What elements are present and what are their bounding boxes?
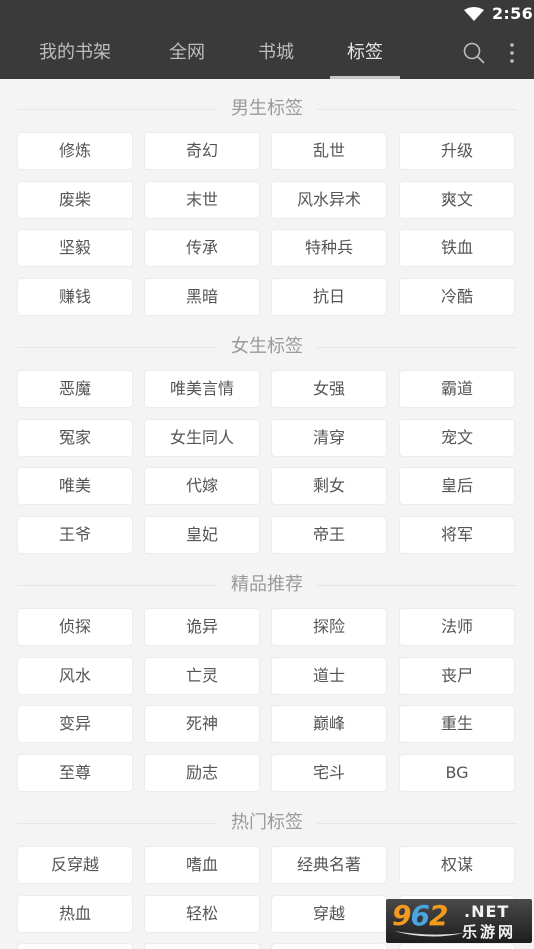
tag-button[interactable]: 奇幻 xyxy=(144,132,260,170)
tag-button[interactable] xyxy=(271,943,387,949)
tag-button[interactable]: 风水 xyxy=(17,657,133,695)
watermark-domain: .NET xyxy=(464,902,510,921)
tab-tags[interactable]: 标签 xyxy=(330,28,400,79)
tag-button[interactable]: 穿越 xyxy=(271,895,387,933)
tag-button[interactable]: 爽文 xyxy=(399,181,515,219)
tag-button[interactable]: 诡异 xyxy=(144,608,260,646)
tag-button[interactable]: 道士 xyxy=(271,657,387,695)
tag-button[interactable] xyxy=(399,943,515,949)
tag-button[interactable]: 嗜血 xyxy=(144,846,260,884)
tag-button[interactable]: 赚钱 xyxy=(17,278,133,316)
tag-button[interactable]: 宠文 xyxy=(399,419,515,457)
tag-button[interactable]: 清穿 xyxy=(271,419,387,457)
tag-button[interactable]: 丧尸 xyxy=(399,657,515,695)
watermark-logo: 962 .NET 乐游网 xyxy=(386,899,532,943)
tag-button[interactable]: 特种兵 xyxy=(271,229,387,267)
section-title: 热门标签 xyxy=(231,812,303,833)
tag-button[interactable]: 热血 xyxy=(17,895,133,933)
tag-button[interactable]: 代嫁 xyxy=(144,467,260,505)
tag-button[interactable]: 重生 xyxy=(399,705,515,743)
watermark-site-name: 乐游网 xyxy=(462,923,517,941)
tag-content[interactable]: 男生标签修炼 奇幻 乱世 升级废柴 末世 风水异术 爽文坚毅 传承 特种兵 铁血赚钱 黑暗 抗日 冷酷女… xyxy=(0,79,534,949)
tag-button[interactable]: 铁血 xyxy=(399,229,515,267)
tag-button[interactable]: 帝王 xyxy=(271,516,387,554)
more-vert-icon[interactable] xyxy=(506,41,518,65)
section-header: 精品推荐 xyxy=(17,572,517,598)
tag-button[interactable]: 传承 xyxy=(144,229,260,267)
tag-button[interactable]: 宅斗 xyxy=(271,754,387,792)
tag-button[interactable]: 黑暗 xyxy=(144,278,260,316)
tag-button[interactable]: 恶魔 xyxy=(17,370,133,408)
status-bar: 2:56 xyxy=(0,0,534,28)
tab-my-bookshelf[interactable]: 我的书架 xyxy=(22,28,128,79)
tag-button[interactable]: BG xyxy=(399,754,515,792)
tag-button[interactable]: 皇妃 xyxy=(144,516,260,554)
tag-button[interactable]: 乱世 xyxy=(271,132,387,170)
tab-bookstore[interactable]: 书城 xyxy=(244,28,308,79)
tag-button[interactable]: 修炼 xyxy=(17,132,133,170)
tag-button[interactable]: 升级 xyxy=(399,132,515,170)
tag-button[interactable]: 废柴 xyxy=(17,181,133,219)
tag-button[interactable]: 反穿越 xyxy=(17,846,133,884)
tag-button[interactable]: 霸道 xyxy=(399,370,515,408)
status-time: 2:56 xyxy=(492,4,533,23)
tag-button[interactable]: 冷酷 xyxy=(399,278,515,316)
tag-button[interactable]: 剩女 xyxy=(271,467,387,505)
watermark-number: 962 xyxy=(392,899,448,932)
tag-button[interactable] xyxy=(17,943,133,949)
tag-button[interactable]: 风水异术 xyxy=(271,181,387,219)
tag-button[interactable]: 权谋 xyxy=(399,846,515,884)
tag-button[interactable]: 坚毅 xyxy=(17,229,133,267)
tag-button[interactable]: 抗日 xyxy=(271,278,387,316)
section-title: 精品推荐 xyxy=(231,574,303,595)
tag-button[interactable]: 女强 xyxy=(271,370,387,408)
tag-button[interactable]: 皇后 xyxy=(399,467,515,505)
section-title: 女生标签 xyxy=(231,336,303,357)
tag-button[interactable]: 亡灵 xyxy=(144,657,260,695)
section-header: 男生标签 xyxy=(17,96,517,122)
wifi-icon xyxy=(464,7,484,21)
tag-button[interactable]: 冤家 xyxy=(17,419,133,457)
tag-button[interactable]: 唯美言情 xyxy=(144,370,260,408)
tag-button[interactable]: 末世 xyxy=(144,181,260,219)
tag-button[interactable] xyxy=(144,943,260,949)
tag-button[interactable]: 法师 xyxy=(399,608,515,646)
swoosh-icon xyxy=(394,931,464,937)
tab-whole-web[interactable]: 全网 xyxy=(155,28,219,79)
section-header: 女生标签 xyxy=(17,334,517,360)
tag-button[interactable]: 变异 xyxy=(17,705,133,743)
app-bar: 我的书架 全网 书城 标签 xyxy=(0,28,534,79)
tag-button[interactable]: 经典名著 xyxy=(271,846,387,884)
tag-button[interactable]: 侦探 xyxy=(17,608,133,646)
tag-button[interactable]: 探险 xyxy=(271,608,387,646)
tag-button[interactable]: 女生同人 xyxy=(144,419,260,457)
tag-button[interactable]: 王爷 xyxy=(17,516,133,554)
tag-button[interactable]: 轻松 xyxy=(144,895,260,933)
tag-button[interactable]: 巅峰 xyxy=(271,705,387,743)
tag-button[interactable]: 励志 xyxy=(144,754,260,792)
search-icon[interactable] xyxy=(462,41,486,65)
section-title: 男生标签 xyxy=(231,98,303,119)
tag-button[interactable]: 唯美 xyxy=(17,467,133,505)
section-header: 热门标签 xyxy=(17,810,517,836)
tag-button[interactable]: 死神 xyxy=(144,705,260,743)
tag-button[interactable]: 将军 xyxy=(399,516,515,554)
tag-button[interactable]: 至尊 xyxy=(17,754,133,792)
